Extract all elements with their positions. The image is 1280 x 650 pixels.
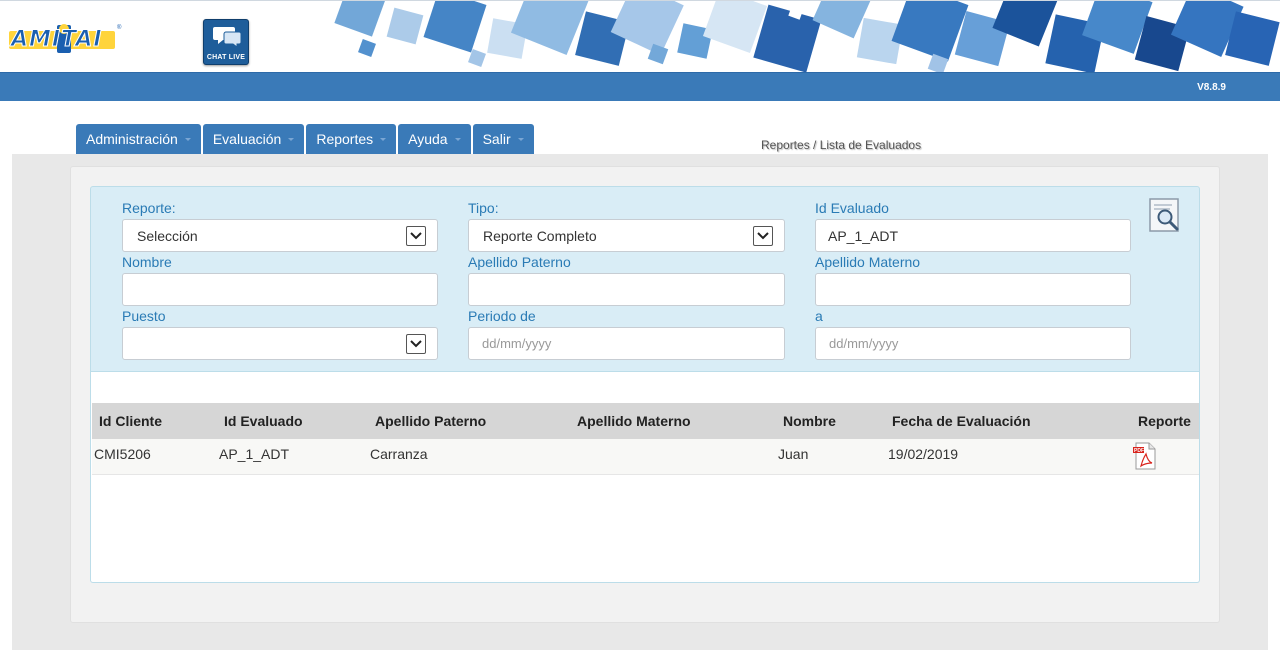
- tipo-select[interactable]: Reporte Completo: [468, 219, 785, 252]
- cell-fecha: 19/02/2019: [888, 446, 959, 462]
- breadcrumb: Reportes / Lista de Evaluados: [761, 138, 922, 152]
- caret-down-icon: [517, 138, 524, 141]
- version-label: V8.8.9: [1197, 82, 1226, 93]
- chevron-down-icon: [753, 226, 773, 246]
- nav-tab-salir[interactable]: Salir: [472, 124, 534, 154]
- nav-tab-ayuda[interactable]: Ayuda: [398, 124, 471, 154]
- nav-tab-label: Evaluación: [212, 131, 282, 147]
- apellido-materno-label: Apellido Materno: [815, 254, 921, 270]
- periodo-a-label: a: [815, 308, 823, 324]
- svg-text:PDF: PDF: [1134, 448, 1144, 454]
- nav-tab-evaluacion[interactable]: Evaluación: [202, 124, 305, 154]
- chat-live-button[interactable]: CHAT LIVE: [203, 19, 249, 65]
- chevron-down-icon: [406, 226, 426, 246]
- chat-live-label: CHAT LIVE: [206, 54, 246, 61]
- tipo-select-value: Reporte Completo: [483, 228, 597, 244]
- th-id-cliente[interactable]: Id Cliente: [99, 413, 162, 429]
- th-apellido-materno[interactable]: Apellido Materno: [577, 413, 691, 429]
- nav-tab-label: Reportes: [316, 131, 374, 147]
- nav-tab-label: Salir: [482, 131, 511, 147]
- chat-icon: [213, 27, 242, 48]
- amitai-logo: AMITAI ®: [9, 21, 122, 57]
- logo-text: AMITAI: [11, 27, 103, 53]
- header: AMITAI ® CHAT LIVE: [0, 0, 1280, 73]
- nav-tab-reportes[interactable]: Reportes: [306, 124, 397, 154]
- header-banner-art: [320, 1, 1280, 73]
- nombre-label: Nombre: [122, 254, 172, 270]
- pdf-icon[interactable]: PDF: [1133, 442, 1157, 470]
- id-evaluado-label: Id Evaluado: [815, 200, 889, 216]
- id-evaluado-input[interactable]: AP_1_ADT: [815, 219, 1131, 252]
- caret-down-icon: [454, 138, 461, 141]
- periodo-a-input[interactable]: dd/mm/yyyy: [815, 327, 1131, 360]
- periodo-de-input[interactable]: dd/mm/yyyy: [468, 327, 785, 360]
- table-header: Id Cliente Id Evaluado Apellido Paterno …: [92, 403, 1199, 439]
- logo-registered-mark: ®: [117, 25, 122, 31]
- th-id-evaluado[interactable]: Id Evaluado: [224, 413, 303, 429]
- reporte-select-value: Selección: [137, 228, 198, 244]
- id-evaluado-value: AP_1_ADT: [828, 228, 899, 244]
- search-report-icon: [1149, 198, 1179, 232]
- nav-tab-administracion[interactable]: Administración: [76, 124, 201, 154]
- periodo-de-placeholder: dd/mm/yyyy: [482, 336, 552, 351]
- puesto-label: Puesto: [122, 308, 166, 324]
- th-nombre[interactable]: Nombre: [783, 413, 836, 429]
- th-apellido-paterno[interactable]: Apellido Paterno: [375, 413, 486, 429]
- nav-tab-label: Ayuda: [408, 131, 448, 147]
- caret-down-icon: [288, 138, 295, 141]
- periodo-de-label: Periodo de: [468, 308, 536, 324]
- tipo-label: Tipo:: [468, 200, 499, 216]
- apellido-paterno-input[interactable]: [468, 273, 785, 306]
- periodo-a-placeholder: dd/mm/yyyy: [829, 336, 899, 351]
- search-report-button[interactable]: [1148, 197, 1182, 233]
- nav-tab-label: Administración: [86, 131, 178, 147]
- cell-apellido-paterno: Carranza: [370, 446, 428, 462]
- th-fecha-evaluacion[interactable]: Fecha de Evaluación: [892, 413, 1031, 429]
- cell-id-evaluado: AP_1_ADT: [219, 446, 290, 462]
- nombre-input[interactable]: [122, 273, 438, 306]
- caret-down-icon: [184, 138, 191, 141]
- version-bar: V8.8.9: [0, 72, 1280, 101]
- puesto-select[interactable]: [122, 327, 438, 360]
- table-row[interactable]: CMI5206 AP_1_ADT Carranza Juan 19/02/201…: [92, 439, 1199, 475]
- reporte-label: Reporte:: [122, 200, 176, 216]
- caret-down-icon: [380, 138, 387, 141]
- apellido-materno-input[interactable]: [815, 273, 1131, 306]
- cell-id-cliente: CMI5206: [94, 446, 151, 462]
- chevron-down-icon: [406, 334, 426, 354]
- cell-nombre: Juan: [778, 446, 809, 462]
- main-nav: Administración Evaluación Reportes Ayuda…: [76, 124, 534, 154]
- app-root: AMITAI ® CHAT LIVE V8.8.9 Administración…: [0, 0, 1280, 650]
- apellido-paterno-label: Apellido Paterno: [468, 254, 571, 270]
- reporte-select[interactable]: Selección: [122, 219, 438, 252]
- th-reporte: Reporte: [1138, 413, 1191, 429]
